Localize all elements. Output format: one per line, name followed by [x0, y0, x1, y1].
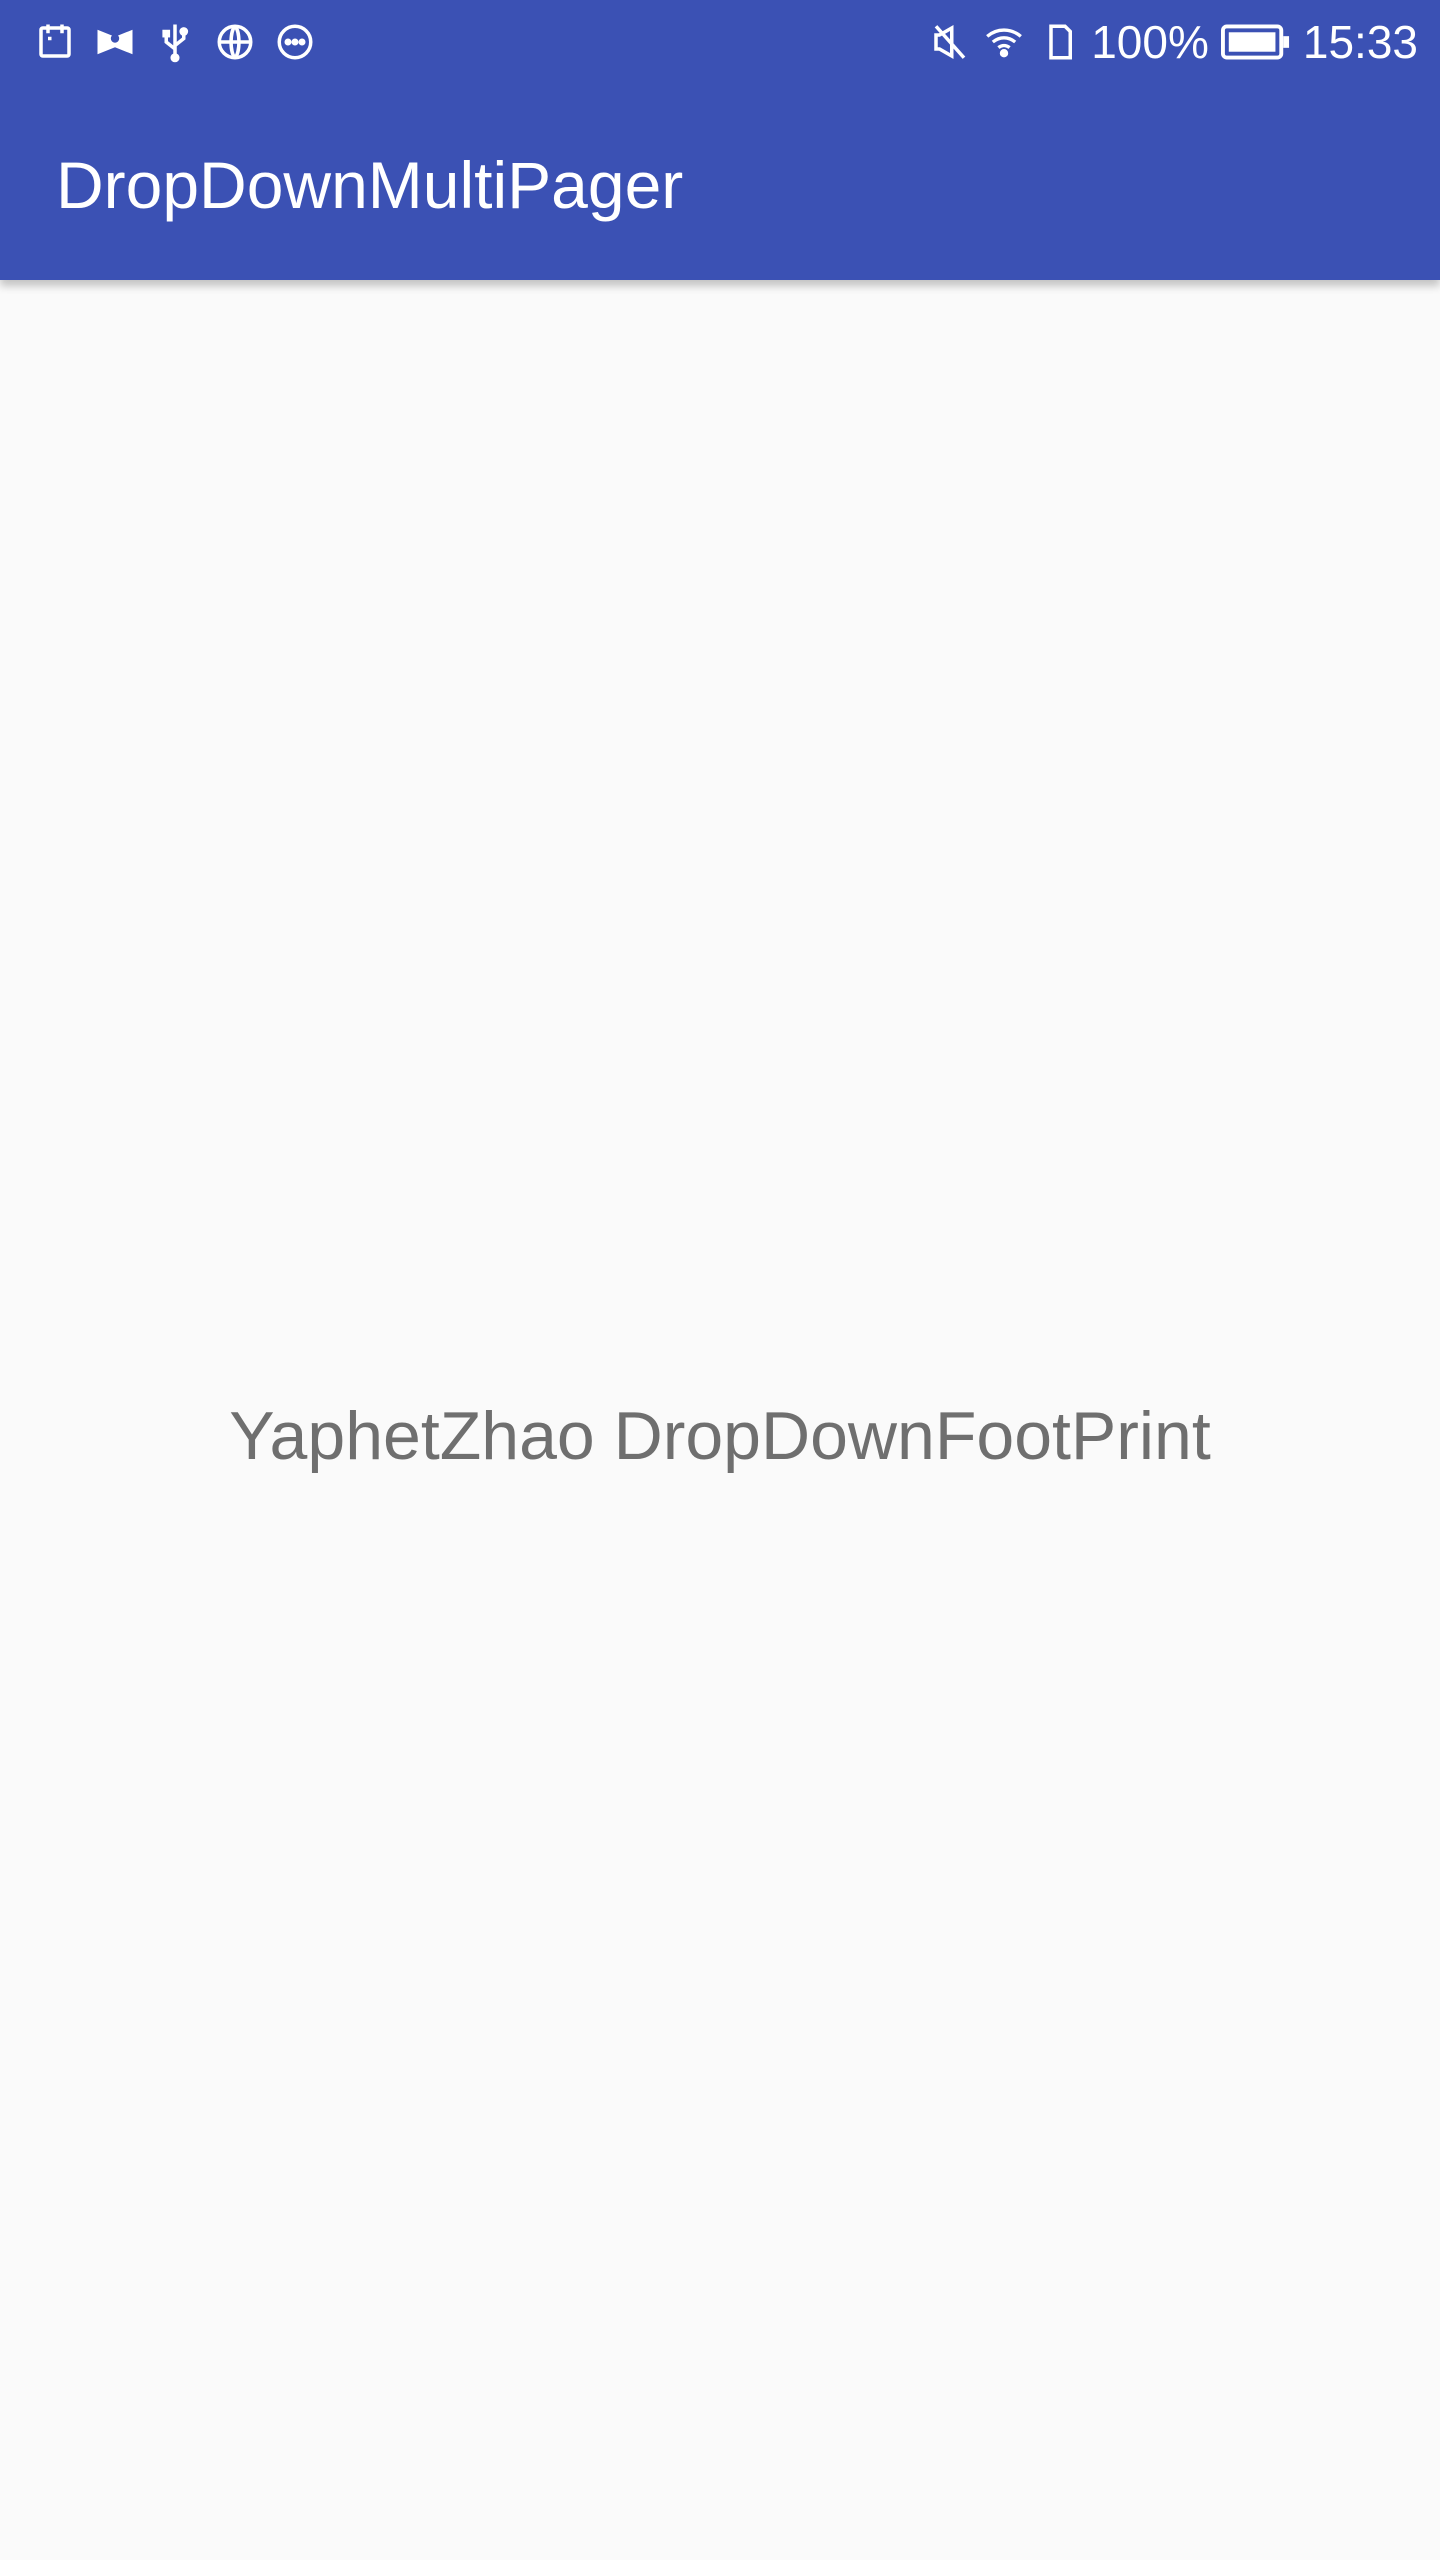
app-header: 100% 15:33 DropDownMultiPager	[0, 0, 1440, 280]
globe-icon	[214, 21, 256, 63]
vibrate-off-icon	[929, 21, 971, 63]
center-label: YaphetZhao DropDownFootPrint	[229, 1398, 1211, 1474]
main-content: YaphetZhao DropDownFootPrint	[0, 280, 1440, 2560]
more-notifications-icon	[274, 21, 316, 63]
battery-percent: 100%	[1091, 16, 1209, 68]
photo-notification-icon	[94, 21, 136, 63]
status-notifications	[34, 18, 316, 66]
status-system: 100% 15:33	[929, 14, 1418, 70]
status-bar: 100% 15:33	[0, 0, 1440, 84]
battery-icon	[1220, 21, 1291, 63]
calendar-notification-icon	[34, 21, 76, 63]
status-time: 15:33	[1302, 16, 1418, 68]
wifi-icon	[983, 21, 1025, 63]
sim-card-icon	[1037, 21, 1079, 63]
app-title: DropDownMultiPager	[56, 148, 684, 222]
app-screen: 100% 15:33 DropDownMultiPager YaphetZhao…	[0, 0, 1440, 2560]
usb-icon	[154, 21, 196, 63]
